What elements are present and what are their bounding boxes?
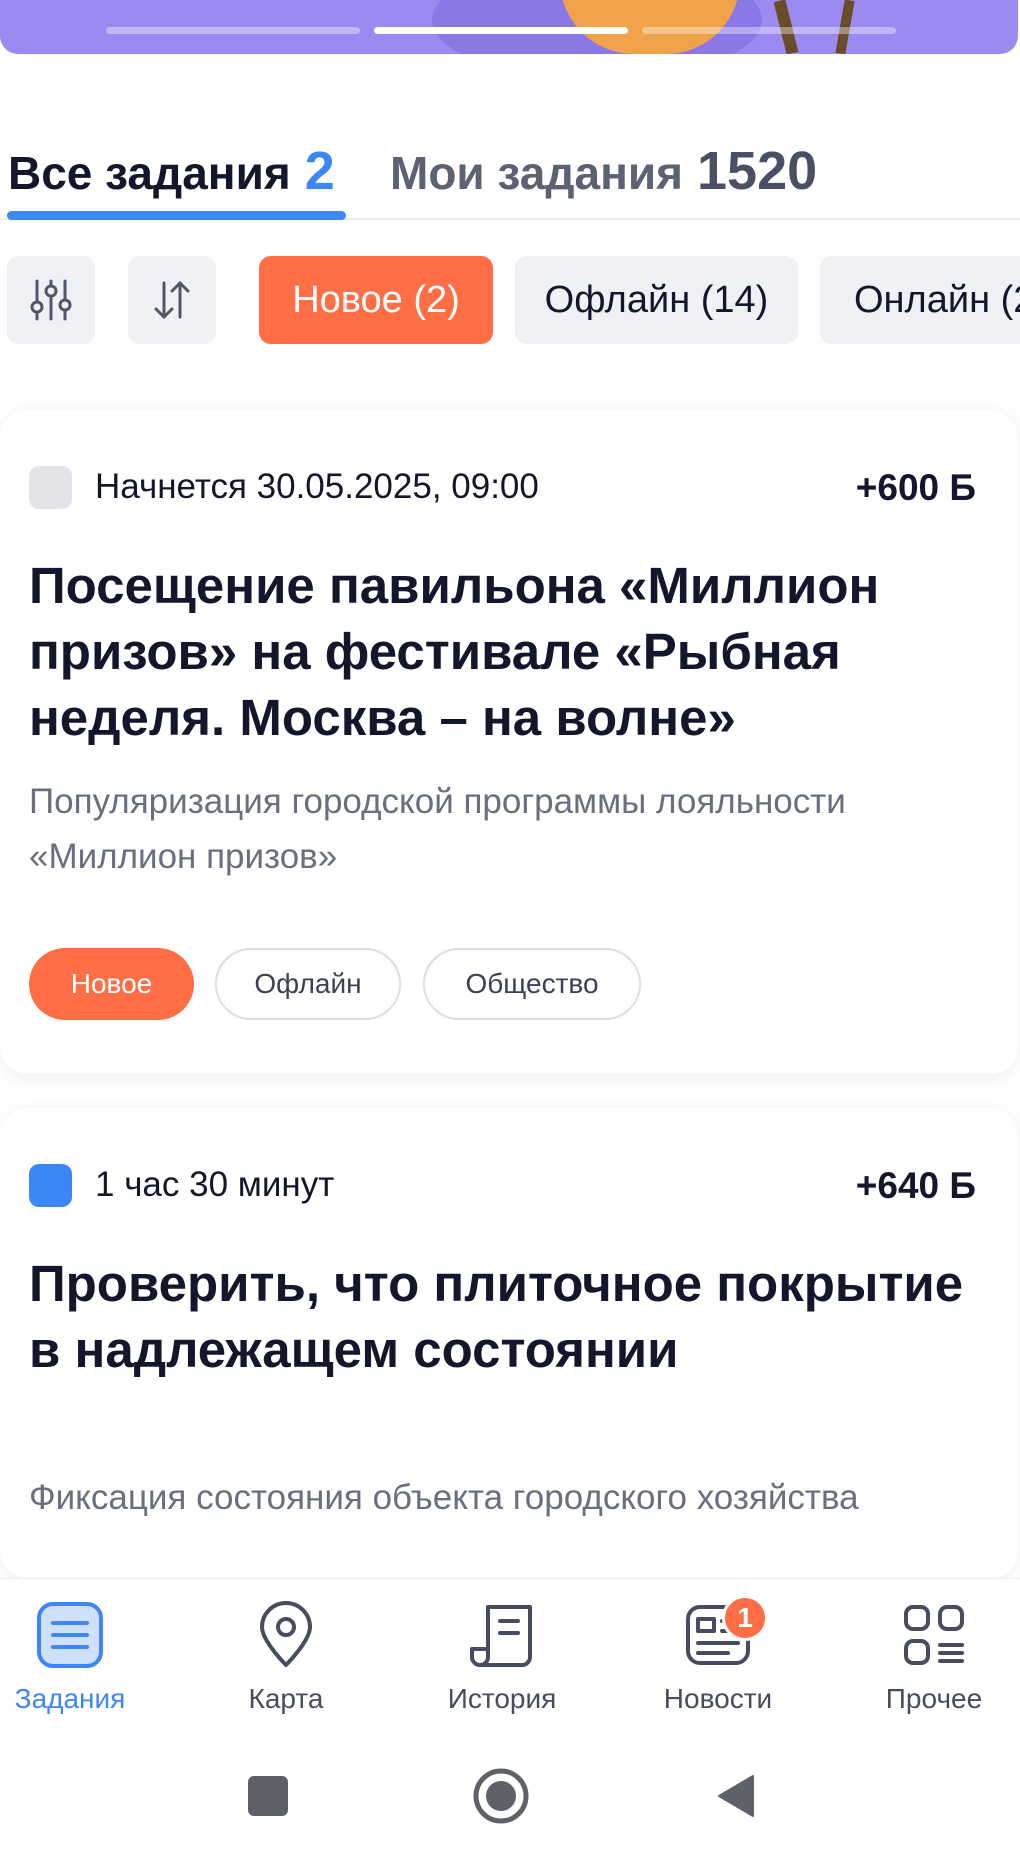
task-duration: 1 час 30 минут xyxy=(95,1165,335,1204)
bottom-navigation: Задания Карта История 1 Новости Прочее xyxy=(0,1578,1020,1729)
triangle-back-icon xyxy=(718,1775,754,1817)
nav-label-history: История xyxy=(447,1683,557,1714)
task-tabs: Все задания 2 Мои задания 1520 xyxy=(0,118,1020,222)
tab-my-tasks-label: Мои задания xyxy=(390,147,684,199)
nav-item-history[interactable]: История xyxy=(422,1599,582,1719)
task-tag-label: Новое xyxy=(70,968,153,999)
more-grid-icon xyxy=(898,1599,970,1671)
tab-my-tasks-count: 1520 xyxy=(697,141,818,201)
tab-all-tasks[interactable]: Все задания 2 xyxy=(8,140,335,202)
task-title: Посещение павильона «Миллион призов» на … xyxy=(29,557,880,746)
nav-item-more[interactable]: Прочее xyxy=(854,1599,1014,1719)
promo-banner[interactable] xyxy=(0,0,1018,54)
banner-pagination xyxy=(106,27,896,34)
news-unread-badge: 1 xyxy=(722,1595,768,1641)
filter-chip-new-label: Новое (2) xyxy=(292,278,460,321)
banner-pagination-dot[interactable] xyxy=(642,27,896,34)
back-button[interactable] xyxy=(695,1756,775,1836)
nav-label-news: Новости xyxy=(663,1683,773,1714)
nav-label-tasks: Задания xyxy=(14,1683,126,1714)
nav-item-news[interactable]: 1 Новости xyxy=(638,1595,798,1719)
home-button[interactable] xyxy=(461,1756,541,1836)
tab-all-tasks-count: 2 xyxy=(304,141,335,201)
filter-settings-button[interactable] xyxy=(7,256,95,344)
task-title: Проверить, что плиточное покрытие в надл… xyxy=(29,1255,964,1378)
system-navigation-bar xyxy=(0,1728,1020,1862)
task-tag-offline: Офлайн xyxy=(215,948,401,1020)
nav-item-tasks[interactable]: Задания xyxy=(0,1599,150,1719)
banner-pagination-dot[interactable] xyxy=(106,27,360,34)
task-start-time: Начнется 30.05.2025, 09:00 xyxy=(95,467,539,506)
task-points: +640 Б xyxy=(855,1165,976,1206)
tab-all-tasks-label: Все задания xyxy=(8,147,291,199)
square-icon xyxy=(248,1776,288,1816)
nav-label-map: Карта xyxy=(248,1683,324,1714)
nav-item-map[interactable]: Карта xyxy=(206,1599,366,1719)
task-description: Фиксация состояния объекта городского хо… xyxy=(29,1478,859,1517)
filter-chip-online-label: Онлайн (2 xyxy=(854,278,1020,321)
task-points: +600 Б xyxy=(855,467,976,508)
tab-my-tasks[interactable]: Мои задания 1520 xyxy=(390,140,817,202)
nav-label-more: Прочее xyxy=(885,1683,983,1714)
recents-button[interactable] xyxy=(228,1756,308,1836)
task-tag-label: Офлайн xyxy=(254,968,362,999)
task-tag-society: Общество xyxy=(423,948,641,1020)
filter-chip-offline-label: Офлайн (14) xyxy=(544,278,769,321)
sort-button[interactable] xyxy=(128,256,216,344)
filter-chip-online[interactable]: Онлайн (2 xyxy=(820,256,1020,344)
task-tag-label: Общество xyxy=(465,968,599,999)
task-card[interactable]: 1 час 30 минут +640 Б Проверить, что пли… xyxy=(0,1108,1018,1578)
filter-chip-new[interactable]: Новое (2) xyxy=(259,256,493,344)
task-description: Популяризация городской программы лояльн… xyxy=(29,782,846,876)
active-tab-indicator xyxy=(7,211,346,220)
sliders-icon xyxy=(30,279,72,321)
news-icon: 1 xyxy=(682,1595,768,1671)
tasks-list-icon xyxy=(34,1599,106,1671)
filter-chip-offline[interactable]: Офлайн (14) xyxy=(515,256,798,344)
map-pin-icon xyxy=(250,1599,322,1671)
history-scroll-icon xyxy=(466,1599,538,1671)
task-tag-new: Новое xyxy=(29,948,194,1020)
sort-arrows-icon xyxy=(154,281,190,319)
filter-bar: Новое (2) Офлайн (14) Онлайн (2 xyxy=(0,256,1020,344)
task-status-indicator xyxy=(29,1164,72,1207)
task-card[interactable]: Начнется 30.05.2025, 09:00 +600 Б Посеще… xyxy=(0,410,1018,1074)
task-status-indicator xyxy=(29,466,72,509)
banner-pagination-dot-active[interactable] xyxy=(374,27,628,34)
circle-home-icon xyxy=(473,1768,529,1824)
